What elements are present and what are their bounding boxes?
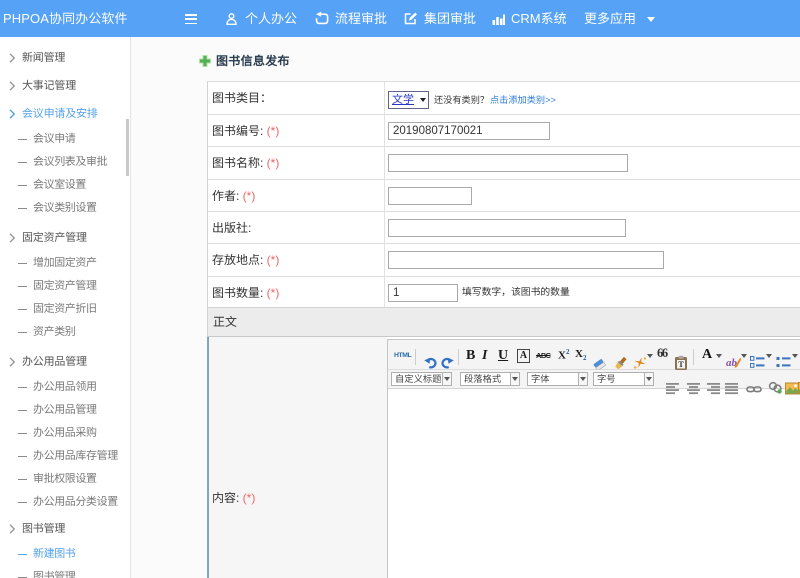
svg-text:T: T: [678, 360, 684, 369]
